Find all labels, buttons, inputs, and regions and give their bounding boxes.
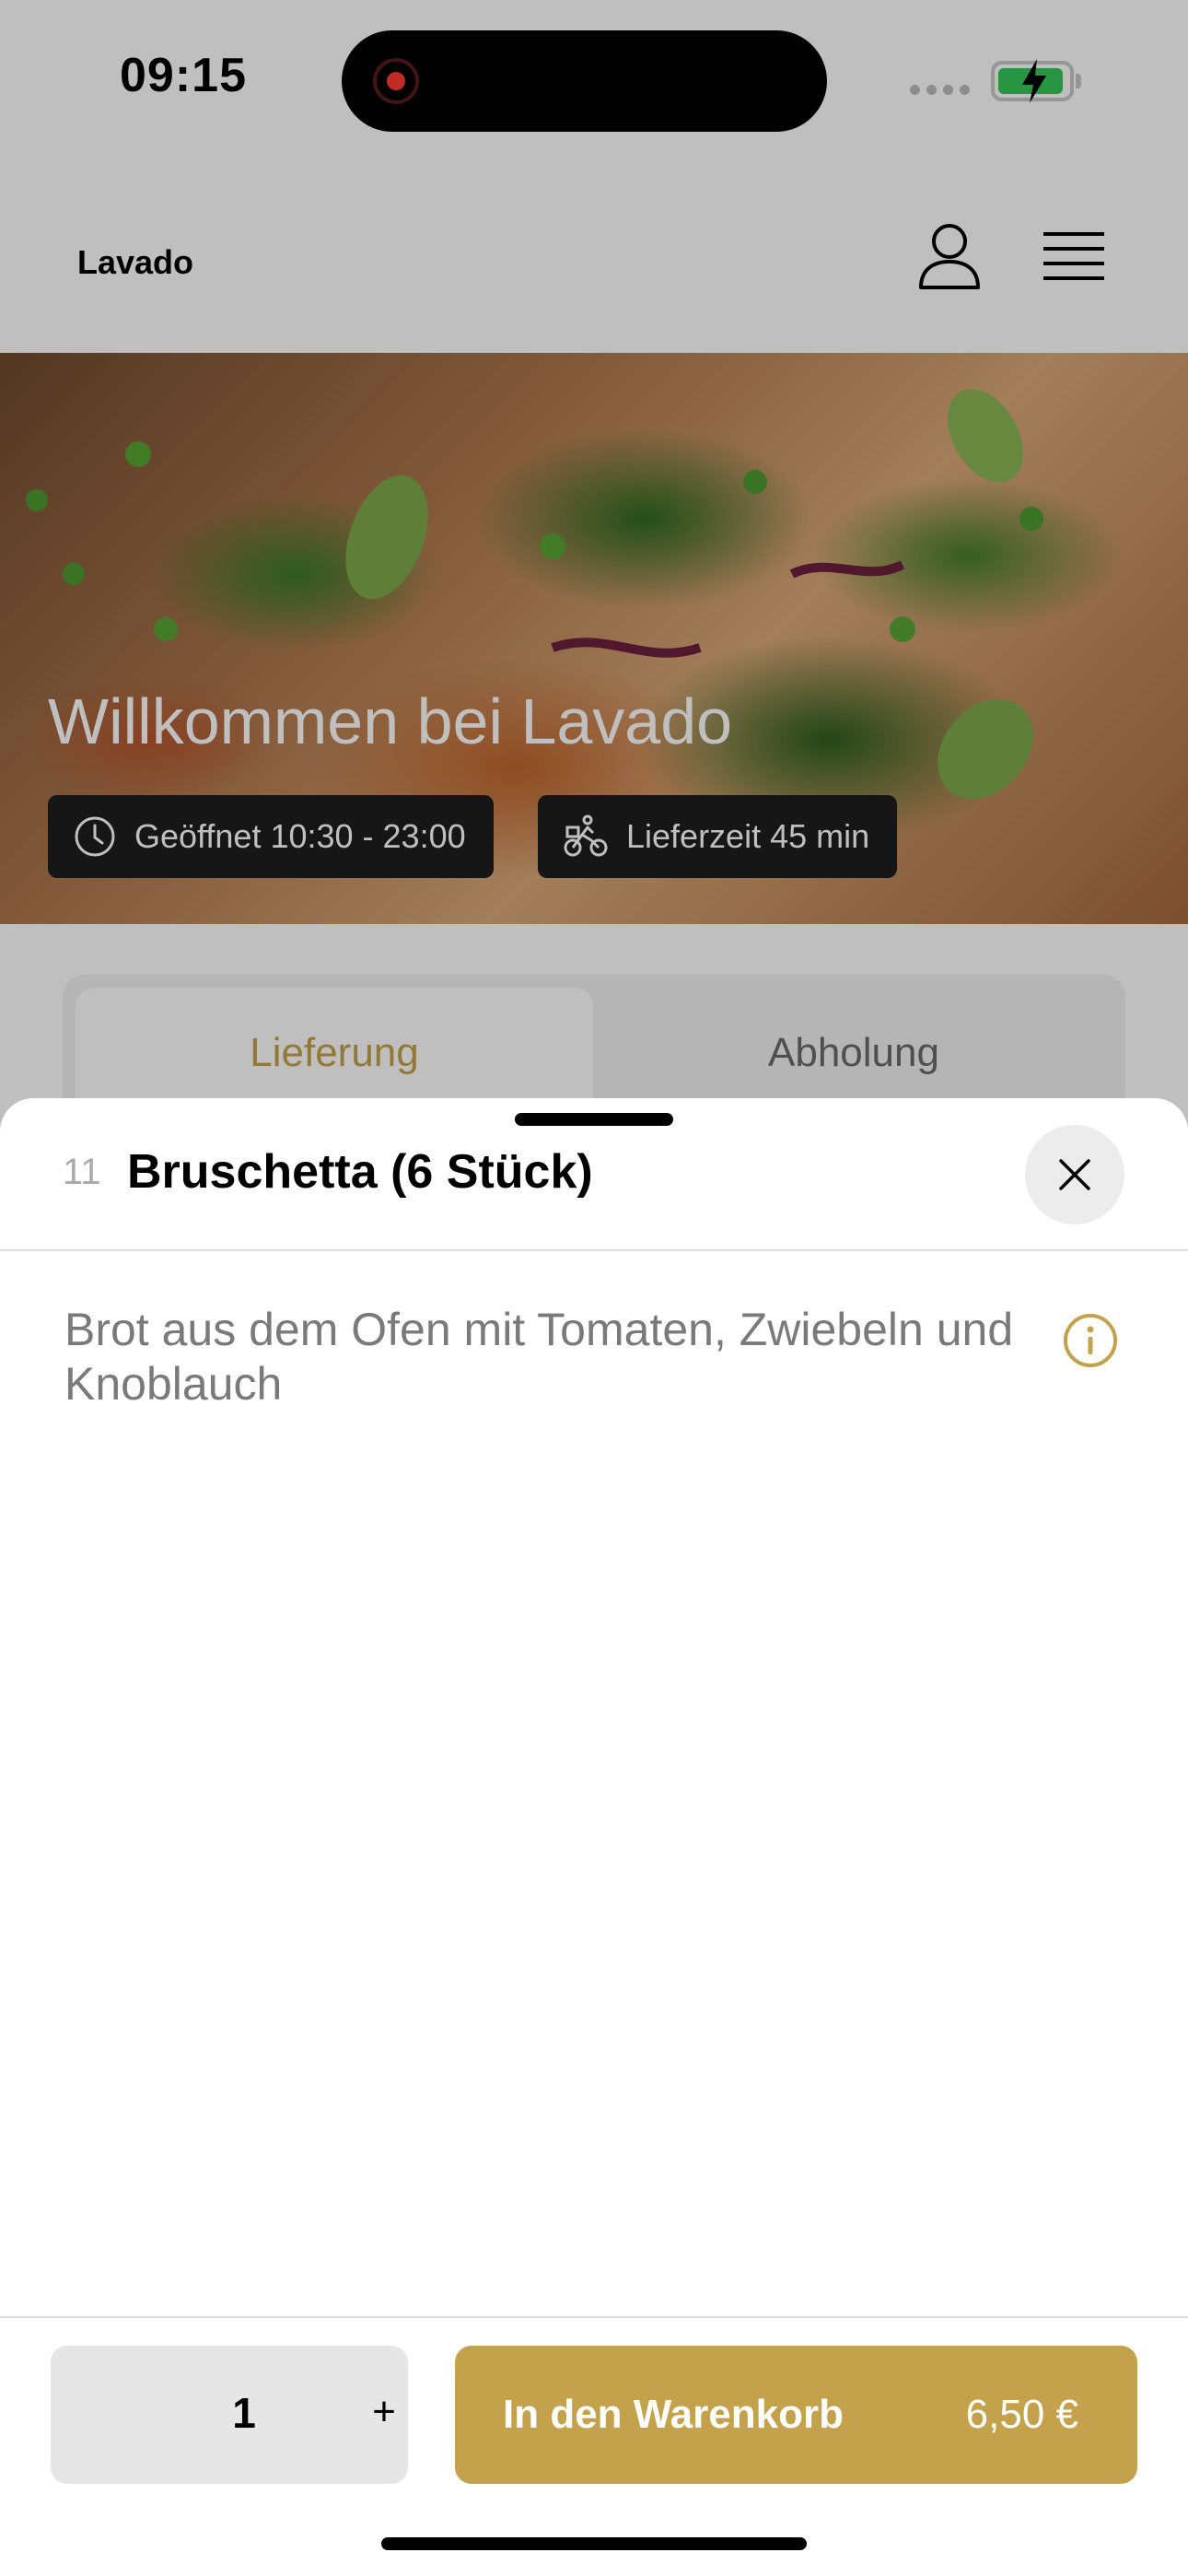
info-icon[interactable]	[1062, 1312, 1119, 1369]
close-button[interactable]	[1025, 1125, 1124, 1224]
increment-button[interactable]: +	[364, 2392, 404, 2432]
home-indicator[interactable]	[381, 2537, 807, 2550]
price: 6,50 €	[965, 2392, 1078, 2437]
item-title: Bruschetta (6 Stück)	[127, 1145, 593, 1199]
add-to-cart-label: In den Warenkorb	[503, 2392, 844, 2437]
quantity-stepper: 1 +	[51, 2346, 408, 2484]
item-number: 11	[63, 1152, 101, 1192]
add-to-cart-button[interactable]: In den Warenkorb 6,50 €	[455, 2346, 1137, 2484]
sheet-footer: 1 + In den Warenkorb 6,50 €	[0, 2316, 1188, 2576]
product-detail-sheet: 11 Bruschetta (6 Stück) Brot aus dem Ofe…	[0, 1098, 1188, 2576]
item-description: Brot aus dem Ofen mit Tomaten, Zwiebeln …	[64, 1304, 1014, 1410]
sheet-header: 11 Bruschetta (6 Stück)	[0, 1098, 1188, 1251]
sheet-grabber[interactable]	[515, 1113, 673, 1126]
quantity-value: 1	[232, 2389, 256, 2437]
close-icon	[1059, 1159, 1090, 1190]
